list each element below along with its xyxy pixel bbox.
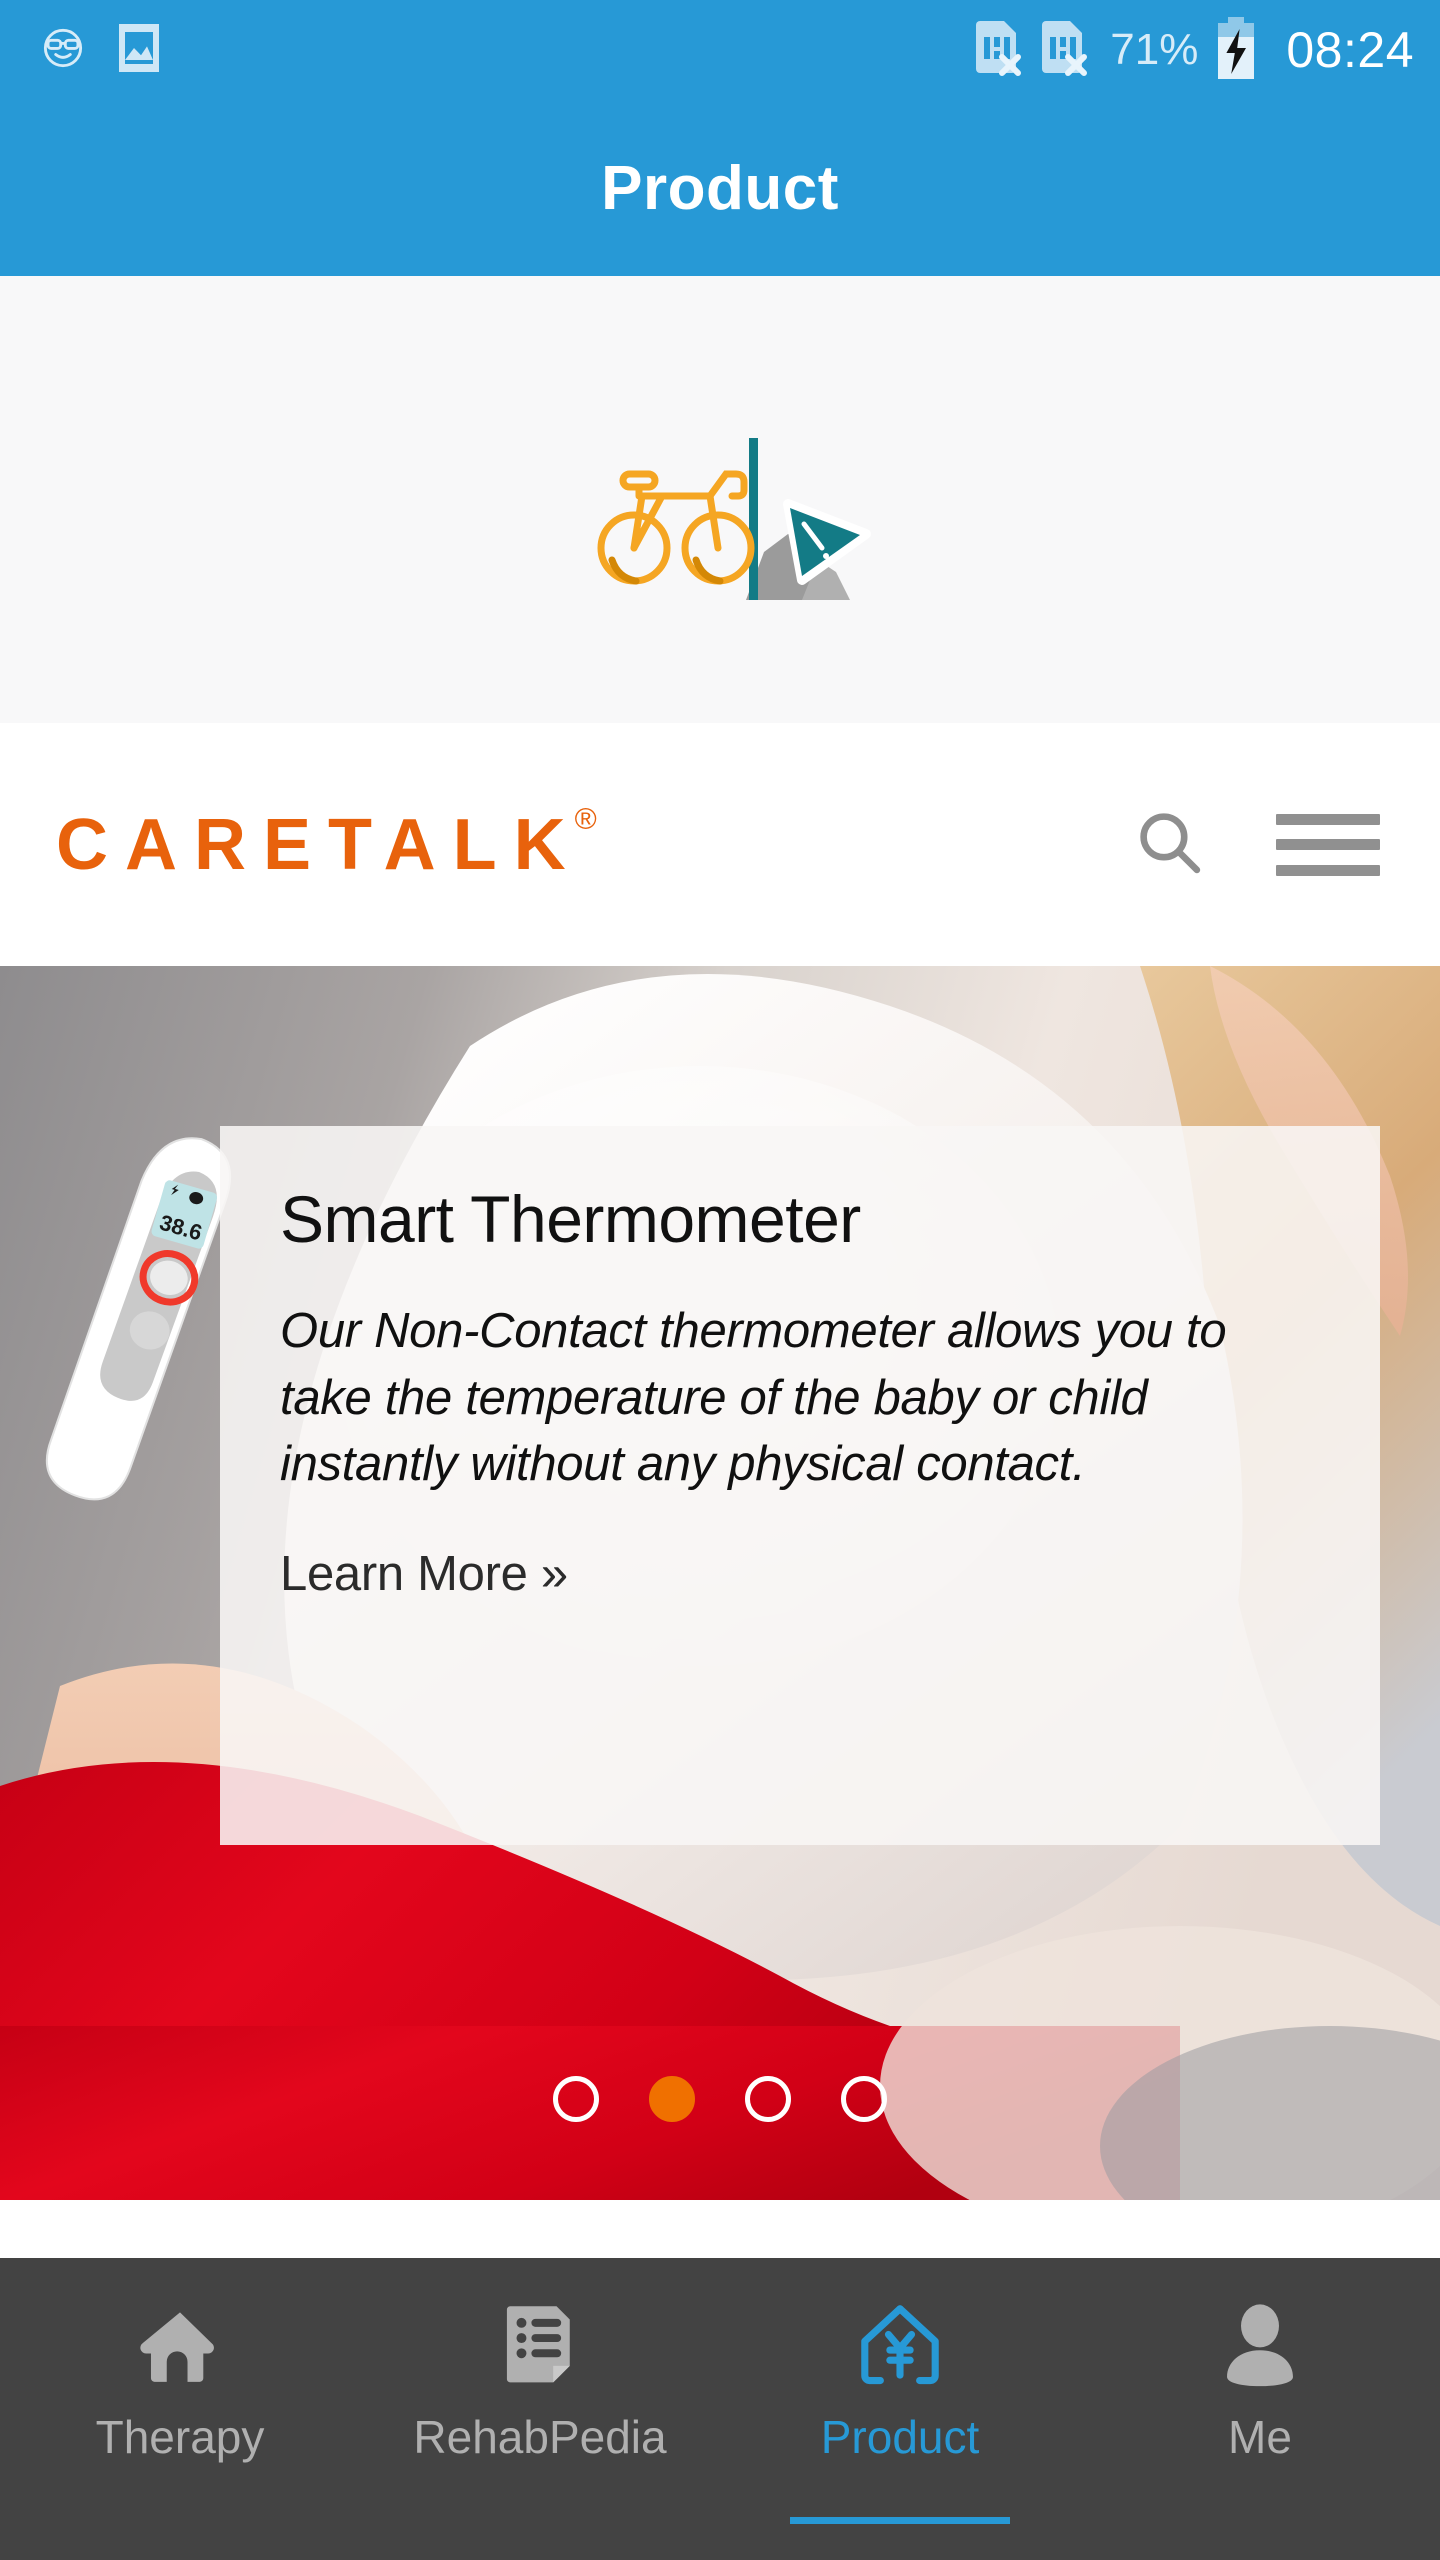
registered-trademark-icon: ® bbox=[574, 802, 597, 836]
search-icon[interactable] bbox=[1136, 809, 1202, 880]
nav-label-product: Product bbox=[820, 2411, 980, 2463]
nav-item-rehabpedia[interactable]: RehabPedia bbox=[360, 2258, 720, 2560]
nav-label-therapy: Therapy bbox=[95, 2411, 265, 2463]
page-title: Product bbox=[601, 153, 839, 223]
content-gap bbox=[0, 2200, 1440, 2258]
site-header: CARETALK ® bbox=[0, 723, 1440, 966]
carousel-dot-2[interactable] bbox=[649, 2076, 695, 2122]
nav-item-product[interactable]: Product bbox=[720, 2258, 1080, 2560]
carousel-dot-4[interactable] bbox=[841, 2076, 887, 2122]
sim-card-no-service-icon bbox=[1038, 19, 1090, 82]
nav-label-rehabpedia: RehabPedia bbox=[413, 2411, 667, 2463]
broken-image-placeholder-icon bbox=[550, 400, 890, 600]
nav-item-therapy[interactable]: Therapy bbox=[0, 2258, 360, 2560]
learn-more-link[interactable]: Learn More » bbox=[280, 1546, 568, 1602]
app-title-bar: Product bbox=[0, 100, 1440, 276]
carousel-dot-3[interactable] bbox=[745, 2076, 791, 2122]
battery-charging-icon bbox=[1214, 16, 1258, 84]
document-list-icon bbox=[501, 2300, 579, 2392]
sim-card-no-service-icon bbox=[972, 19, 1024, 82]
hero-carousel[interactable]: 38.6 Smart Thermometer Our Non-Contact t… bbox=[0, 966, 1440, 2200]
nav-active-underline bbox=[790, 2517, 1010, 2524]
house-yen-icon bbox=[856, 2300, 944, 2392]
sunglasses-smiley-icon bbox=[40, 25, 86, 76]
caretalk-logo-text: CARETALK bbox=[56, 804, 583, 885]
status-bar: 71% 08:24 bbox=[0, 0, 1440, 100]
battery-percent-label: 71% bbox=[1110, 25, 1199, 74]
status-bar-right-icons: 71% 08:24 bbox=[972, 16, 1414, 84]
hero-title: Smart Thermometer bbox=[280, 1182, 861, 1256]
home-icon bbox=[137, 2300, 223, 2392]
status-bar-clock: 08:24 bbox=[1286, 22, 1414, 78]
nav-item-me[interactable]: Me bbox=[1080, 2258, 1440, 2560]
caretalk-logo[interactable]: CARETALK ® bbox=[56, 804, 597, 885]
bottom-navigation-bar: Therapy RehabPedia Product Me bbox=[0, 2258, 1440, 2560]
carousel-dot-1[interactable] bbox=[553, 2076, 599, 2122]
person-icon bbox=[1220, 2300, 1300, 2392]
nav-label-me: Me bbox=[1228, 2411, 1292, 2463]
hamburger-menu-icon[interactable] bbox=[1276, 813, 1380, 876]
hero-description: Our Non-Contact thermometer allows you t… bbox=[280, 1303, 1227, 1492]
broken-image-placeholder-band bbox=[0, 276, 1440, 723]
screenshot-photo-icon bbox=[116, 22, 162, 79]
site-header-actions bbox=[1136, 809, 1380, 880]
carousel-dots[interactable] bbox=[0, 2076, 1440, 2122]
status-bar-left-icons bbox=[40, 22, 162, 79]
hero-card: Smart Thermometer Our Non-Contact thermo… bbox=[220, 1126, 1380, 1845]
